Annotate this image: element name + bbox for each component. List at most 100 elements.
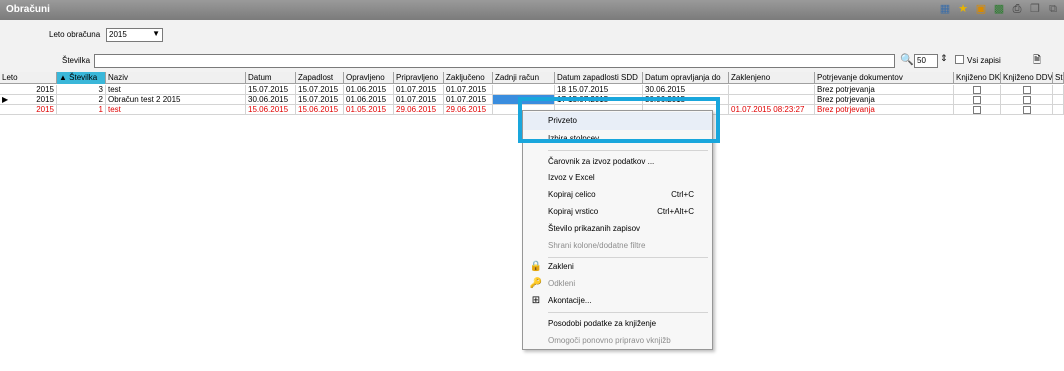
records-count-value: 50 bbox=[917, 56, 926, 65]
cell-leto[interactable]: 2015 bbox=[0, 95, 57, 105]
cell-st[interactable] bbox=[1053, 95, 1064, 105]
menu-item-shrani-kolone: Shrani kolone/dodatne filtre bbox=[523, 237, 712, 255]
cell-potrjevanje[interactable]: Brez potrjevanja bbox=[815, 95, 954, 105]
all-records-checkbox[interactable] bbox=[955, 55, 964, 65]
menu-item-odkleni: 🔑 Odkleni bbox=[523, 275, 712, 293]
knjizeno-dk-checkbox[interactable] bbox=[973, 86, 981, 94]
cell-stevilka[interactable]: 1 bbox=[57, 105, 106, 115]
cell-zaklenjeno[interactable]: 01.07.2015 08:23:27 bbox=[729, 105, 815, 115]
knjizeno-dk-checkbox[interactable] bbox=[973, 96, 981, 104]
column-naziv[interactable]: Naziv bbox=[106, 72, 246, 84]
column-zakljuceno[interactable]: Zaključeno bbox=[444, 72, 493, 84]
cell-opravljeno[interactable]: 01.06.2015 bbox=[344, 95, 394, 105]
cell-knjizeno-ddv[interactable] bbox=[1001, 95, 1053, 105]
menu-item-akontacije[interactable]: ⊞ Akontacije... bbox=[523, 292, 712, 310]
menu-item-izvoz-excel[interactable]: Izvoz v Excel bbox=[523, 169, 712, 187]
cell-zapadlost[interactable]: 15.07.2015 bbox=[296, 85, 344, 95]
cell-st[interactable] bbox=[1053, 85, 1064, 95]
menu-item-omogoci-pripravo: Omogoči ponovno pripravo vknjižb bbox=[523, 332, 712, 350]
year-select[interactable]: 2015 ▼ bbox=[106, 28, 163, 42]
cell-knjizeno-dk[interactable] bbox=[954, 85, 1001, 95]
cell-stevilka[interactable]: 2 bbox=[57, 95, 106, 105]
cell-knjizeno-dk[interactable] bbox=[954, 105, 1001, 115]
cell-zakljuceno[interactable]: 01.07.2015 bbox=[444, 95, 493, 105]
menu-item-label: Shrani kolone/dodatne filtre bbox=[548, 241, 646, 250]
menu-item-kopiraj-vrstico[interactable]: Kopiraj vrstico Ctrl+Alt+C bbox=[523, 203, 712, 221]
column-pripravljeno[interactable]: Pripravljeno bbox=[394, 72, 444, 84]
knjizeno-ddv-checkbox[interactable] bbox=[1022, 106, 1031, 114]
cell-naziv[interactable]: Obračun test 2 2015 bbox=[106, 95, 246, 105]
cell-st[interactable] bbox=[1053, 105, 1064, 115]
menu-item-kopiraj-celico[interactable]: Kopiraj celico Ctrl+C bbox=[523, 186, 712, 204]
spinner-icon[interactable]: ⇕ bbox=[940, 53, 948, 64]
cell-datum-do[interactable]: 30.06.2015 bbox=[643, 85, 729, 95]
column-knjizeno-dk[interactable]: Knjiženo DK bbox=[954, 72, 1001, 84]
copy-icon[interactable]: ❐ bbox=[1028, 2, 1042, 16]
cell-datum-sdd[interactable]: 18 15.07.2015 bbox=[555, 85, 643, 95]
cell-zaklenjeno[interactable] bbox=[729, 85, 815, 95]
cell-opravljeno[interactable]: 01.06.2015 bbox=[344, 85, 394, 95]
cell-pripravljeno[interactable]: 01.07.2015 bbox=[394, 95, 444, 105]
cell-datum[interactable]: 15.07.2015 bbox=[246, 85, 296, 95]
cell-zakljuceno[interactable]: 29.06.2015 bbox=[444, 105, 493, 115]
menu-item-stevilo-zapisov[interactable]: Število prikazanih zapisov bbox=[523, 220, 712, 238]
menu-item-label: Kopiraj vrstico bbox=[548, 207, 599, 216]
cell-potrjevanje[interactable]: Brez potrjevanja bbox=[815, 105, 954, 115]
knjizeno-ddv-checkbox[interactable] bbox=[1022, 86, 1031, 94]
search-icon[interactable]: 🔍 bbox=[900, 53, 914, 66]
number-search-input[interactable] bbox=[94, 54, 895, 68]
column-zapadlost[interactable]: Zapadlost bbox=[296, 72, 344, 84]
cell-pripravljeno[interactable]: 01.07.2015 bbox=[394, 85, 444, 95]
column-datum-do[interactable]: Datum opravljanja do bbox=[643, 72, 729, 84]
print-icon[interactable]: ⎙ bbox=[1010, 2, 1024, 16]
knjizeno-ddv-checkbox[interactable] bbox=[1022, 96, 1031, 104]
toolbar-icons: ▦ ★ ▣ ▩ ⎙ ❐ ⧉ bbox=[938, 2, 1060, 16]
column-opravljeno[interactable]: Opravljeno bbox=[344, 72, 394, 84]
cell-stevilka[interactable]: 3 bbox=[57, 85, 106, 95]
menu-item-zakleni[interactable]: 🔒 Zakleni bbox=[523, 258, 712, 276]
knjizeno-dk-checkbox[interactable] bbox=[973, 106, 981, 114]
cell-opravljeno[interactable]: 01.05.2015 bbox=[344, 105, 394, 115]
cell-knjizeno-ddv[interactable] bbox=[1001, 105, 1053, 115]
menu-separator bbox=[548, 150, 708, 151]
column-knjizeno-ddv[interactable]: Knjiženo DDV bbox=[1001, 72, 1053, 84]
cell-datum[interactable]: 30.06.2015 bbox=[246, 95, 296, 105]
cell-zakljuceno[interactable]: 01.07.2015 bbox=[444, 85, 493, 95]
column-zadnji-racun[interactable]: Zadnji račun bbox=[493, 72, 555, 84]
star-icon[interactable]: ★ bbox=[956, 2, 970, 16]
cell-knjizeno-ddv[interactable] bbox=[1001, 85, 1053, 95]
table-row[interactable]: 2015 3 test 15.07.2015 15.07.2015 01.06.… bbox=[0, 85, 1064, 95]
column-datum-sdd[interactable]: Datum zapadlosti SDD bbox=[555, 72, 643, 84]
column-leto[interactable]: Leto bbox=[0, 72, 57, 84]
cell-zapadlost[interactable]: 15.06.2015 bbox=[296, 105, 344, 115]
menu-item-label: Zakleni bbox=[548, 262, 574, 271]
cell-naziv[interactable]: test bbox=[106, 105, 246, 115]
cell-pripravljeno[interactable]: 29.06.2015 bbox=[394, 105, 444, 115]
cell-potrjevanje[interactable]: Brez potrjevanja bbox=[815, 85, 954, 95]
document-icon[interactable]: ▣ bbox=[974, 2, 988, 16]
context-menu: Privzeto Izbira stolpcev Čarovnik za izv… bbox=[522, 110, 713, 350]
cell-leto[interactable]: 2015 bbox=[0, 105, 57, 115]
cell-naziv[interactable]: test bbox=[106, 85, 246, 95]
column-st[interactable]: St bbox=[1053, 72, 1064, 84]
column-stevilka[interactable]: ▲ Številka bbox=[57, 72, 106, 84]
export-icon[interactable]: ⧉ bbox=[1046, 2, 1060, 16]
cell-leto[interactable]: 2015 bbox=[0, 85, 57, 95]
chevron-down-icon: ▼ bbox=[152, 29, 160, 38]
column-zaklenjeno[interactable]: Zaklenjeno bbox=[729, 72, 815, 84]
cell-knjizeno-dk[interactable] bbox=[954, 95, 1001, 105]
menu-item-posodobi-podatke[interactable]: Posodobi podatke za knjiženje bbox=[523, 315, 712, 333]
column-datum[interactable]: Datum bbox=[246, 72, 296, 84]
records-count-input[interactable]: 50 bbox=[914, 54, 938, 68]
column-potrjevanje[interactable]: Potrjevanje dokumentov bbox=[815, 72, 954, 84]
sort-asc-icon: ▲ bbox=[59, 73, 67, 82]
excel-icon[interactable]: ▩ bbox=[992, 2, 1006, 16]
grid-icon[interactable]: ▦ bbox=[938, 2, 952, 16]
document-icon[interactable]: 🗎 bbox=[1033, 53, 1041, 70]
year-label: Leto obračuna bbox=[49, 30, 101, 39]
cell-zapadlost[interactable]: 15.07.2015 bbox=[296, 95, 344, 105]
cell-datum[interactable]: 15.06.2015 bbox=[246, 105, 296, 115]
cell-zadnji-racun[interactable] bbox=[493, 85, 555, 95]
cell-zaklenjeno[interactable] bbox=[729, 95, 815, 105]
year-value: 2015 bbox=[109, 30, 127, 39]
